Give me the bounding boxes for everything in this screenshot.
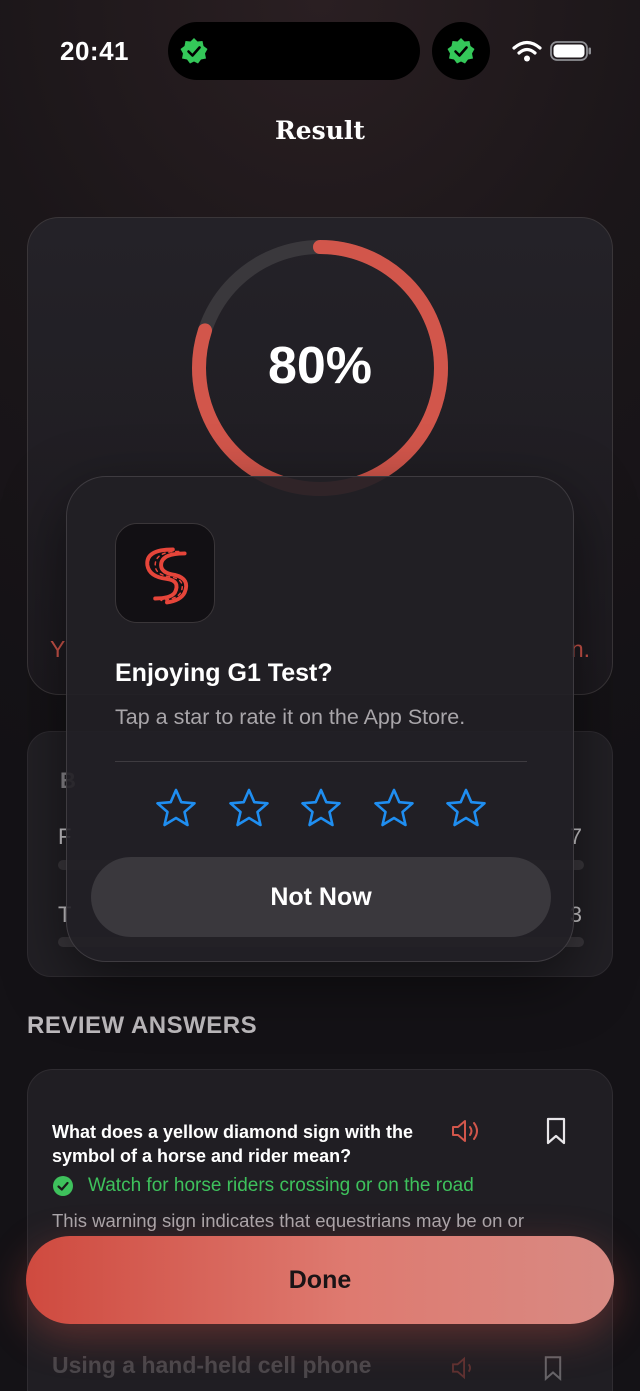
speaker-icon[interactable] xyxy=(450,1356,480,1380)
correct-answer: Watch for horse riders crossing or on th… xyxy=(52,1175,474,1197)
result-screen: 20:41 Result 80% Y n. B xyxy=(0,0,640,1391)
wifi-icon xyxy=(512,40,542,62)
star-icon[interactable] xyxy=(373,787,415,829)
review-answers-heading: REVIEW ANSWERS xyxy=(27,1012,258,1039)
star-icon[interactable] xyxy=(228,787,270,829)
result-message-start: Y xyxy=(50,636,66,662)
answer-explanation: This warning sign indicates that equestr… xyxy=(52,1210,525,1231)
status-bar: 20:41 xyxy=(0,0,640,100)
dialog-divider xyxy=(115,761,527,762)
not-now-button[interactable]: Not Now xyxy=(91,857,551,937)
app-icon xyxy=(115,523,215,623)
star-rating xyxy=(155,787,487,829)
star-icon[interactable] xyxy=(445,787,487,829)
check-circle-icon xyxy=(53,1176,73,1196)
page-title: Result xyxy=(275,116,365,145)
star-icon[interactable] xyxy=(300,787,342,829)
correct-answer-text: Watch for horse riders crossing or on th… xyxy=(88,1175,474,1196)
done-button[interactable]: Done xyxy=(26,1236,614,1324)
verified-icon xyxy=(180,38,208,64)
dialog-title: Enjoying G1 Test? xyxy=(115,659,333,687)
dialog-subtitle: Tap a star to rate it on the App Store. xyxy=(115,705,466,729)
question-text: What does a yellow diamond sign with the… xyxy=(52,1122,414,1166)
next-question-text: Using a hand-held cell phone xyxy=(52,1352,372,1378)
battery-icon xyxy=(550,41,591,61)
question-card[interactable]: What does a yellow diamond sign with the… xyxy=(27,1069,613,1391)
status-time: 20:41 xyxy=(60,36,129,66)
score-percent: 80% xyxy=(267,337,373,395)
speaker-icon[interactable] xyxy=(450,1118,482,1144)
verified-icon xyxy=(447,38,475,64)
bookmark-icon[interactable] xyxy=(544,1355,562,1381)
bookmark-icon[interactable] xyxy=(546,1117,566,1145)
rating-dialog: Enjoying G1 Test? Tap a star to rate it … xyxy=(66,476,574,962)
app-road-icon xyxy=(145,547,189,605)
star-icon[interactable] xyxy=(155,787,197,829)
